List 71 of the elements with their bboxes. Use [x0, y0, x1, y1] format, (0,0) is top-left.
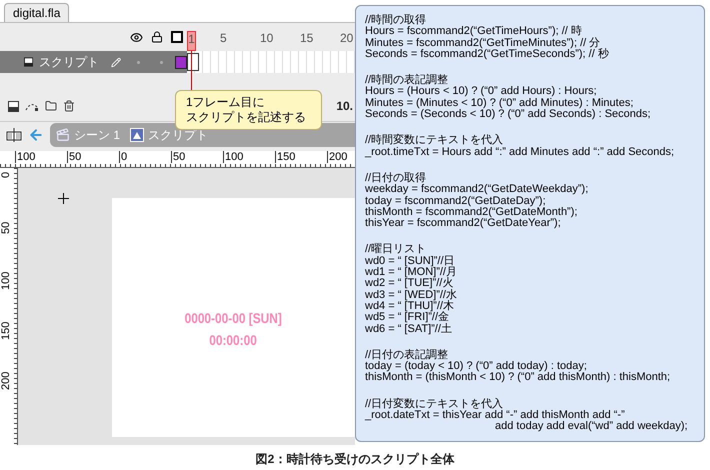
ruler-label: 150: [0, 322, 13, 342]
folder-icon[interactable]: [45, 100, 57, 112]
code-line: weekday = fscommand2(“GetDateWeekday”);: [365, 184, 590, 196]
code-line: wd4 = “ [THU]”//木: [365, 300, 455, 312]
back-arrow-icon[interactable]: [28, 127, 44, 143]
code-line: add today add eval(“wd” add weekday);: [494, 421, 689, 433]
ruler-label: 0: [0, 172, 13, 180]
trash-icon[interactable]: [63, 100, 75, 112]
code-line: wd6 = “ [SAT]”//土: [365, 324, 453, 335]
code-line: wd1 = “ [MON]”//月: [365, 267, 458, 278]
code-line: wd5 = “ [FRI]”//金: [365, 312, 450, 324]
ruler-label: 50: [67, 151, 119, 163]
code-line: Minutes = (Minutes < 10) ? (“0” add Minutes) : Minutes;: [365, 98, 634, 109]
breadcrumb-link[interactable]: シーン 1: [74, 126, 120, 144]
ruler-label: 150: [275, 151, 327, 163]
symbol-icon: [130, 128, 144, 142]
code-line: Seconds = (Seconds < 10) ? (“0” add Seconds) : Seconds;: [365, 109, 652, 120]
ruler-label: 100: [0, 272, 13, 292]
code-line: //時間の取得: [365, 15, 428, 26]
eye-icon[interactable]: [130, 30, 143, 44]
stage-text: 0000-00-00 [SUN]: [184, 310, 282, 326]
code-line: wd0 = “ [SUN]”//日: [365, 256, 456, 267]
frame-number: 10: [260, 31, 274, 45]
outline-icon[interactable]: [171, 31, 183, 43]
document-tab[interactable]: digital.fla: [4, 3, 70, 22]
code-line: today = (today < 10) ? (“0” add today) : today;: [365, 361, 587, 372]
frame-rate: 10.: [336, 99, 354, 113]
dot-icon[interactable]: [137, 60, 140, 64]
layer-name: スクリプト: [39, 54, 100, 70]
code-line: Seconds = fscommand2(“GetTimeSeconds”); // 秒: [365, 48, 610, 60]
code-line: Minutes = fscommand2(“GetTimeMinutes”); // 分: [365, 38, 600, 49]
code-line: thisMonth = (thisMonth < 10) ? (“0” add thisMonth) : thisMonth;: [365, 372, 672, 384]
layer-color-icon[interactable]: [174, 56, 187, 68]
code-line: //日付の取得: [365, 172, 428, 184]
code-line: wd3 = “ [WED]”//水: [365, 290, 458, 301]
code-line: _root.dateTxt = thisYear add “-” add thisMonth add “-”: [365, 410, 625, 422]
layer-icon: [24, 57, 34, 67]
ruler-label: 200: [0, 372, 13, 392]
lock-icon[interactable]: [151, 31, 163, 43]
callout: 1フレーム目に スクリプトを記述する: [175, 90, 322, 130]
stage-text: 00:00:00: [210, 332, 258, 348]
frame-number: 20: [340, 31, 354, 45]
code-line: wd2 = “ [TUE]”//火: [365, 278, 454, 290]
ruler-label: 50: [171, 151, 223, 163]
frame-number: 5: [220, 31, 227, 45]
frame-number: 15: [300, 31, 314, 45]
code-line: Hours = (Hours < 10) ? (“0” add Hours) : Hours;: [365, 86, 598, 98]
ruler-label: 100: [15, 151, 67, 163]
new-layer-icon[interactable]: [8, 100, 19, 112]
frame-strip[interactable]: [187, 51, 355, 73]
pencil-icon: [111, 56, 122, 68]
ruler-label: 50: [0, 222, 13, 236]
dot-icon[interactable]: [160, 60, 163, 64]
code-line: thisMonth = fscommand2(“GetDateMonth”);: [365, 206, 578, 218]
code-line: //時間変数にテキストを代入: [365, 135, 504, 147]
keyframe-icon[interactable]: [187, 53, 199, 71]
ruler-label: 100: [223, 151, 275, 163]
caption: 図2：時計待ち受けのスクリプト全体: [256, 452, 454, 466]
code-line: //日付の表記調整: [365, 350, 450, 361]
code-line: Hours = fscommand2(“GetTimeHours”); // 時: [365, 26, 583, 38]
code-line: today = fscommand2(“GetDateDay”);: [365, 196, 547, 207]
ruler-label: 0: [119, 151, 171, 163]
code-line: thisYear = fscommand2(“GetDateYear”);: [365, 218, 561, 230]
layer-row[interactable]: スクリプト: [0, 51, 355, 73]
code-line: //曜日リスト: [365, 244, 428, 256]
clapperboard-icon: [56, 128, 70, 142]
timeline-toggle-icon[interactable]: [6, 127, 22, 143]
playhead[interactable]: 1: [187, 31, 196, 51]
code-line: //日付変数にテキストを代入: [365, 398, 504, 410]
crosshair-icon: [58, 193, 69, 204]
code-line: //時間の表記調整: [365, 75, 450, 86]
